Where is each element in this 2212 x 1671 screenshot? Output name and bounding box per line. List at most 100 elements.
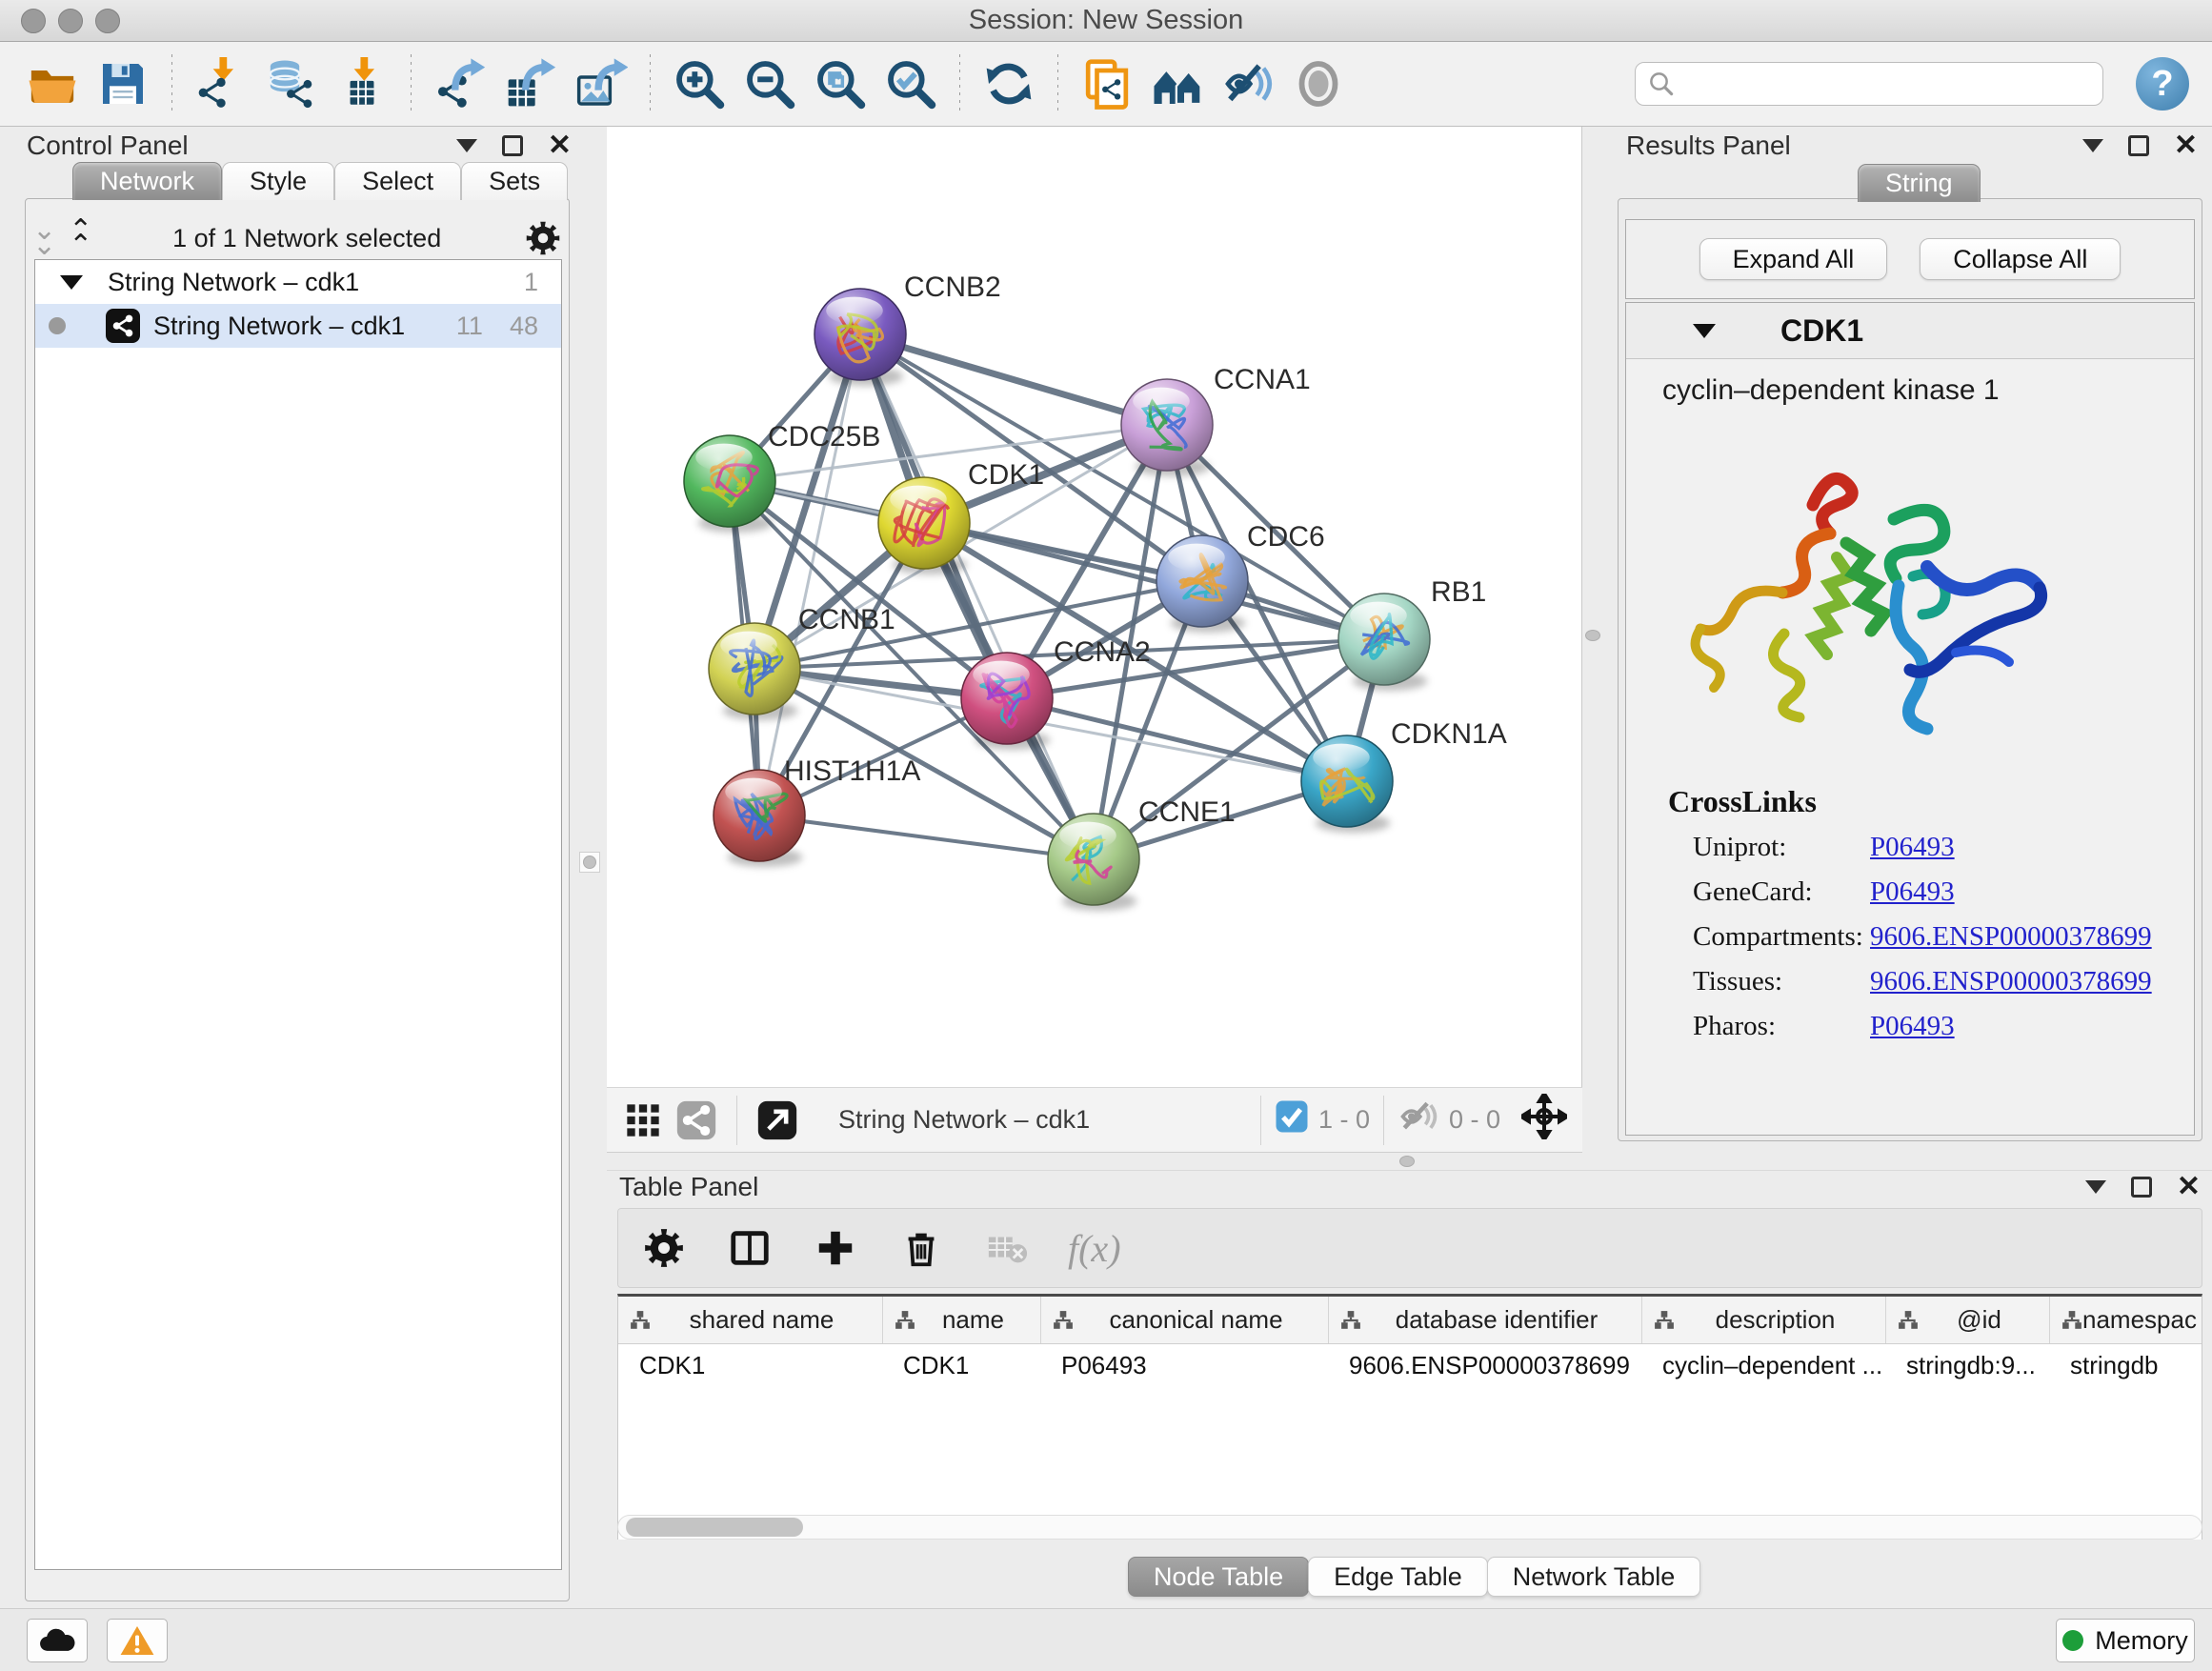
table-delete-column-icon[interactable] [896, 1223, 946, 1273]
tab-network[interactable]: Network [72, 162, 222, 200]
memory-button[interactable]: Memory [2056, 1619, 2195, 1662]
zoom-fit-button[interactable] [805, 52, 875, 115]
toolbar-separator [171, 54, 172, 113]
control-panel-close-icon[interactable]: ✕ [548, 131, 572, 160]
table-settings-gear-icon[interactable] [639, 1223, 689, 1273]
column-type-icon [1898, 1310, 1919, 1331]
minimize-window-button[interactable] [58, 9, 83, 33]
control-panel-collapse-icon[interactable] [456, 139, 477, 152]
crosslink-link[interactable]: P06493 [1870, 876, 1955, 908]
table-cell: 9606.ENSP00000378699 [1328, 1344, 1641, 1386]
table-horizontal-scrollbar[interactable] [617, 1515, 2202, 1540]
export-table-button[interactable] [495, 52, 566, 115]
right-splitter-handle[interactable] [1585, 630, 1600, 641]
network-collection-row[interactable]: String Network – cdk1 1 [35, 260, 561, 304]
svg-text:CCNE1: CCNE1 [1138, 796, 1236, 828]
birdseye-crosshair-icon[interactable] [1521, 1094, 1567, 1146]
left-splitter-handle[interactable] [579, 852, 600, 873]
memory-label: Memory [2095, 1626, 2188, 1656]
node-table-body: CDK1CDK1P064939606.ENSP00000378699cyclin… [618, 1344, 2202, 1386]
node-details-header[interactable]: CDK1 [1626, 303, 2194, 359]
export-image-button[interactable] [566, 52, 636, 115]
crosslink-link[interactable]: 9606.ENSP00000378699 [1870, 966, 2152, 997]
table-panel-close-icon[interactable]: ✕ [2177, 1173, 2201, 1201]
control-panel-title: Control Panel [27, 131, 189, 161]
hidden-eye-slash-icon[interactable] [1398, 1096, 1439, 1144]
tab-style[interactable]: Style [222, 162, 334, 200]
results-panel-collapse-icon[interactable] [2082, 139, 2103, 152]
tab-sets[interactable]: Sets [461, 162, 568, 200]
network-options-gear-icon[interactable] [524, 219, 562, 257]
column-header-database-identifier[interactable]: database identifier [1328, 1297, 1641, 1343]
table-row[interactable]: CDK1CDK1P064939606.ENSP00000378699cyclin… [618, 1344, 2202, 1386]
table-panel-collapse-icon[interactable] [2085, 1180, 2106, 1194]
tab-edge-table[interactable]: Edge Table [1308, 1557, 1488, 1597]
table-tabs: Node Table Edge Table Network Table [1129, 1557, 1700, 1597]
string-copy-network-button[interactable] [1072, 52, 1142, 115]
column-header-name[interactable]: name [882, 1297, 1040, 1343]
search-box[interactable] [1635, 62, 2103, 106]
column-header-description[interactable]: description [1641, 1297, 1885, 1343]
horizontal-splitter[interactable] [607, 1153, 2212, 1170]
tab-string[interactable]: String [1858, 164, 1981, 202]
open-session-button[interactable] [17, 52, 88, 115]
export-network-button[interactable] [425, 52, 495, 115]
crosslink-label: Pharos: [1693, 1011, 1870, 1042]
table-function-builder-icon: f(x) [1068, 1226, 1121, 1271]
search-input[interactable] [1683, 70, 2091, 99]
zoom-in-button[interactable] [664, 52, 734, 115]
network-canvas[interactable]: CCNB2CCNA1CDC25BCDK1CDC6RB1CCNB1CCNA2CDK… [607, 127, 1582, 1087]
network-row[interactable]: String Network – cdk1 11 48 [35, 304, 561, 348]
tab-select[interactable]: Select [334, 162, 461, 200]
collapse-all-button[interactable]: Collapse All [1920, 238, 2121, 280]
string-glasses-toggle-button[interactable] [1213, 52, 1283, 115]
collection-count: 1 [524, 268, 538, 297]
column-header-shared-name[interactable]: shared name [618, 1297, 882, 1343]
save-session-button[interactable] [88, 52, 158, 115]
import-network-file-button[interactable] [186, 52, 256, 115]
close-window-button[interactable] [21, 9, 46, 33]
results-panel-float-icon[interactable] [2128, 135, 2149, 156]
crosslinks-list: Uniprot:P06493GeneCard:P06493Compartment… [1626, 825, 2194, 1049]
column-header-namespac[interactable]: namespac [2049, 1297, 2202, 1343]
maximize-window-button[interactable] [95, 9, 120, 33]
grid-mode-icon[interactable] [616, 1094, 670, 1147]
string-network-graph[interactable]: CCNB2CCNA1CDC25BCDK1CDC6RB1CCNB1CCNA2CDK… [607, 127, 1582, 1087]
help-button[interactable]: ? [2136, 57, 2189, 111]
table-columns-icon[interactable] [725, 1223, 774, 1273]
column-header--id[interactable]: @id [1885, 1297, 2049, 1343]
collection-expand-icon[interactable] [60, 275, 83, 290]
column-header-canonical-name[interactable]: canonical name [1040, 1297, 1328, 1343]
selected-checkbox-icon[interactable] [1275, 1099, 1309, 1140]
table-add-column-icon[interactable] [811, 1223, 860, 1273]
crosslink-link[interactable]: 9606.ENSP00000378699 [1870, 921, 2152, 953]
zoom-out-button[interactable] [734, 52, 805, 115]
share-view-icon[interactable] [670, 1094, 723, 1147]
expand-all-button[interactable]: Expand All [1699, 238, 1888, 280]
results-panel-close-icon[interactable]: ✕ [2174, 131, 2198, 160]
refresh-network-button[interactable] [974, 52, 1044, 115]
network-selector-row: ⌄⌄ ⌃⌃ 1 of 1 Network selected [32, 217, 562, 259]
column-type-icon [630, 1310, 651, 1331]
crosslink-link[interactable]: P06493 [1870, 832, 1955, 863]
network-label: String Network – cdk1 [153, 312, 405, 341]
cloud-button[interactable] [27, 1619, 88, 1662]
import-table-button[interactable] [327, 52, 397, 115]
memory-status-dot [2062, 1630, 2083, 1651]
string-home-button[interactable] [1142, 52, 1213, 115]
zoom-selected-button[interactable] [875, 52, 946, 115]
open-in-new-window-icon[interactable] [751, 1094, 804, 1147]
tab-node-table[interactable]: Node Table [1128, 1557, 1309, 1597]
tab-network-table[interactable]: Network Table [1487, 1557, 1701, 1597]
table-panel-float-icon[interactable] [2131, 1177, 2152, 1198]
node-details-collapse-icon[interactable] [1693, 324, 1716, 338]
warning-button[interactable] [107, 1619, 168, 1662]
expand-all-networks-icon[interactable]: ⌃⌃ [69, 223, 90, 254]
svg-text:CCNB1: CCNB1 [798, 604, 895, 635]
crosslink-link[interactable]: P06493 [1870, 1011, 1955, 1042]
network-selected-text: 1 of 1 Network selected [90, 224, 524, 253]
collapse-all-networks-icon[interactable]: ⌄⌄ [32, 223, 53, 254]
network-view-title: String Network – cdk1 [838, 1105, 1090, 1135]
control-panel-float-icon[interactable] [502, 135, 523, 156]
import-network-database-button[interactable] [256, 52, 327, 115]
